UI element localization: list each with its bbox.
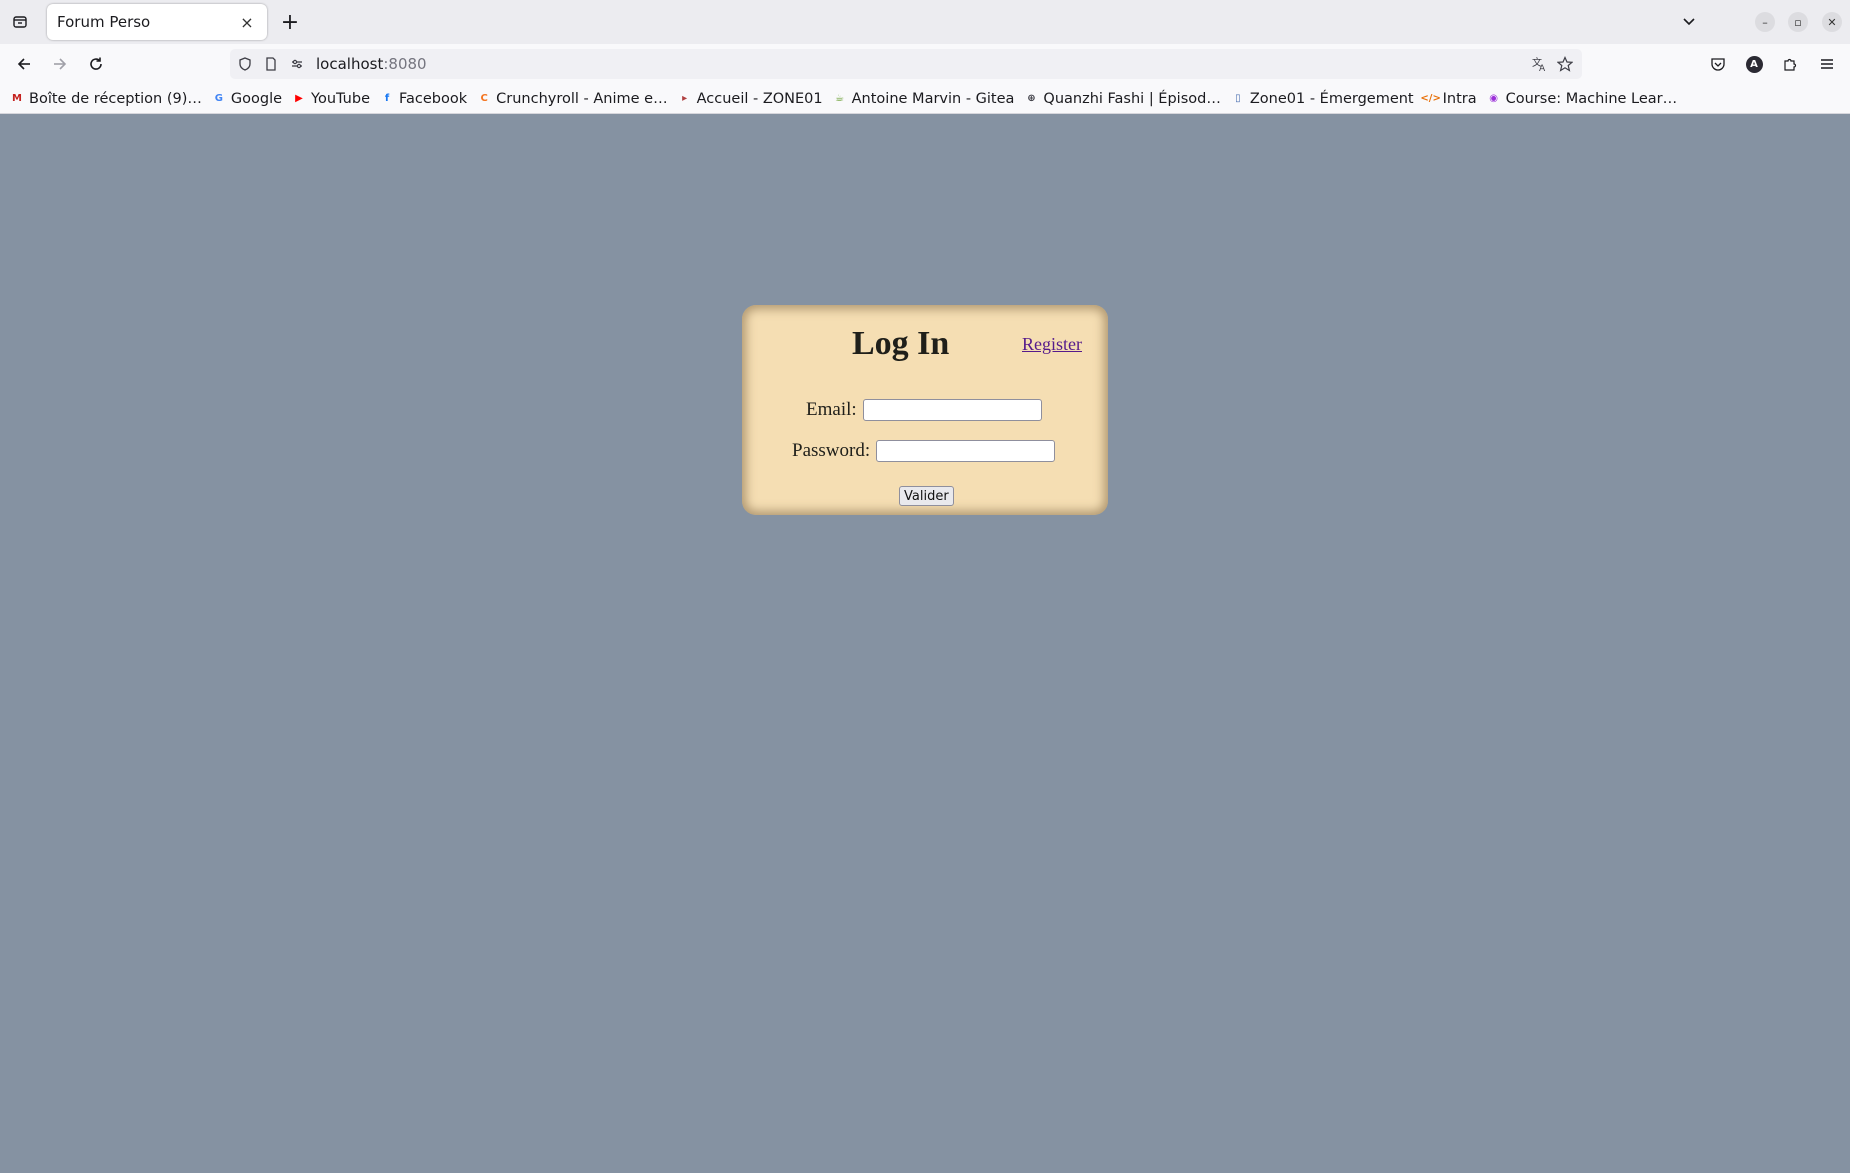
password-label: Password:: [792, 440, 871, 461]
star-bookmark-icon[interactable]: [1554, 53, 1576, 75]
zone01-doc-icon: ▯: [1235, 93, 1241, 104]
menu-hamburger-icon[interactable]: [1815, 52, 1839, 76]
code-icon: </>: [1420, 93, 1441, 104]
gmail-icon: M: [12, 93, 22, 104]
bookmark-item[interactable]: ▯ Zone01 - Émergement: [1231, 91, 1414, 107]
bookmark-label: Zone01 - Émergement: [1249, 90, 1414, 107]
crunchyroll-icon: C: [480, 93, 488, 104]
close-window-button[interactable]: ✕: [1822, 12, 1842, 32]
translate-icon[interactable]: 文A: [1528, 53, 1550, 75]
bookmark-item[interactable]: M Boîte de réception (9)…: [10, 91, 202, 107]
google-icon: G: [214, 93, 223, 104]
page-icon[interactable]: [260, 53, 282, 75]
password-row: Password:: [792, 440, 1056, 462]
login-card: Log In Register Email: Password: Valider: [742, 305, 1108, 515]
tab-strip: Forum Perso × + – ▫ ✕: [0, 0, 1850, 44]
account-avatar-icon[interactable]: A: [1742, 52, 1766, 76]
zone01-icon: ▸: [682, 93, 688, 104]
email-field[interactable]: [862, 399, 1042, 421]
url-host: localhost: [316, 55, 384, 73]
bookmark-item[interactable]: ▸ Accueil - ZONE01: [678, 91, 823, 107]
tab-forum-perso[interactable]: Forum Perso ×: [47, 4, 267, 40]
forward-arrow-icon[interactable]: [48, 52, 72, 76]
bookmark-label: Accueil - ZONE01: [696, 90, 823, 107]
tab-list-icon[interactable]: [8, 10, 32, 34]
globe-icon: ⊕: [1027, 93, 1036, 104]
restore-button[interactable]: ▫: [1788, 12, 1808, 32]
bookmark-item[interactable]: f Facebook: [380, 91, 467, 107]
bookmarks-bar: M Boîte de réception (9)… G Google ▶ YouTube f…: [0, 84, 1850, 114]
bookmark-label: Boîte de réception (9)…: [29, 90, 202, 107]
register-link[interactable]: Register: [1022, 334, 1082, 355]
url-text[interactable]: localhost:8080: [316, 55, 427, 73]
bookmark-label: Antoine Marvin - Gitea: [851, 90, 1015, 107]
back-arrow-icon[interactable]: [12, 52, 36, 76]
course-icon: ◉: [1489, 93, 1498, 104]
gitea-icon: ☕: [835, 93, 845, 104]
bookmark-item[interactable]: ▶ YouTube: [292, 91, 370, 107]
bookmark-item[interactable]: ⊕ Quanzhi Fashi | Épisod…: [1024, 90, 1221, 107]
account-initial: A: [1745, 55, 1763, 73]
permissions-icon[interactable]: [286, 53, 308, 75]
bookmark-label: Course: Machine Lear…: [1505, 90, 1678, 107]
shield-icon[interactable]: [234, 53, 256, 75]
bookmark-label: Crunchyroll - Anime e…: [496, 90, 668, 107]
login-title: Log In: [852, 325, 950, 362]
email-row: Email:: [806, 399, 1042, 421]
bookmark-label: YouTube: [311, 90, 370, 107]
bookmark-label: Google: [230, 90, 283, 107]
bookmark-label: Intra: [1442, 90, 1477, 107]
bookmark-item[interactable]: ☕ Antoine Marvin - Gitea: [833, 90, 1015, 107]
page-content: Log In Register Email: Password: Valider: [0, 114, 1850, 1173]
bookmark-item[interactable]: </> Intra: [1420, 90, 1477, 107]
tab-title: Forum Perso: [57, 13, 151, 31]
extensions-puzzle-icon[interactable]: [1778, 52, 1802, 76]
browser-chrome: Forum Perso × + – ▫ ✕ localhost:8080 文 A…: [0, 0, 1850, 114]
facebook-icon: f: [384, 93, 390, 104]
svg-text:A: A: [1539, 64, 1546, 72]
email-label: Email:: [806, 399, 857, 420]
url-port: :8080: [383, 55, 427, 73]
bookmark-label: Facebook: [399, 90, 468, 107]
nav-bar: localhost:8080 文A A: [0, 44, 1850, 84]
bookmark-item[interactable]: ◉ Course: Machine Lear…: [1487, 90, 1678, 107]
url-bar[interactable]: localhost:8080 文A: [230, 49, 1582, 79]
reload-icon[interactable]: [84, 52, 108, 76]
bookmark-item[interactable]: C Crunchyroll - Anime e…: [477, 91, 667, 107]
pocket-icon[interactable]: [1706, 52, 1730, 76]
minimize-button[interactable]: –: [1755, 12, 1775, 32]
password-field[interactable]: [876, 440, 1056, 462]
new-tab-button[interactable]: +: [278, 10, 302, 35]
tab-close-icon[interactable]: ×: [237, 12, 257, 32]
bookmark-label: Quanzhi Fashi | Épisod…: [1043, 90, 1221, 107]
submit-button[interactable]: Valider: [899, 486, 954, 506]
bookmark-item[interactable]: G Google: [212, 91, 282, 107]
tab-overflow-chevron-down-icon[interactable]: [1677, 10, 1701, 34]
youtube-icon: ▶: [295, 93, 303, 104]
